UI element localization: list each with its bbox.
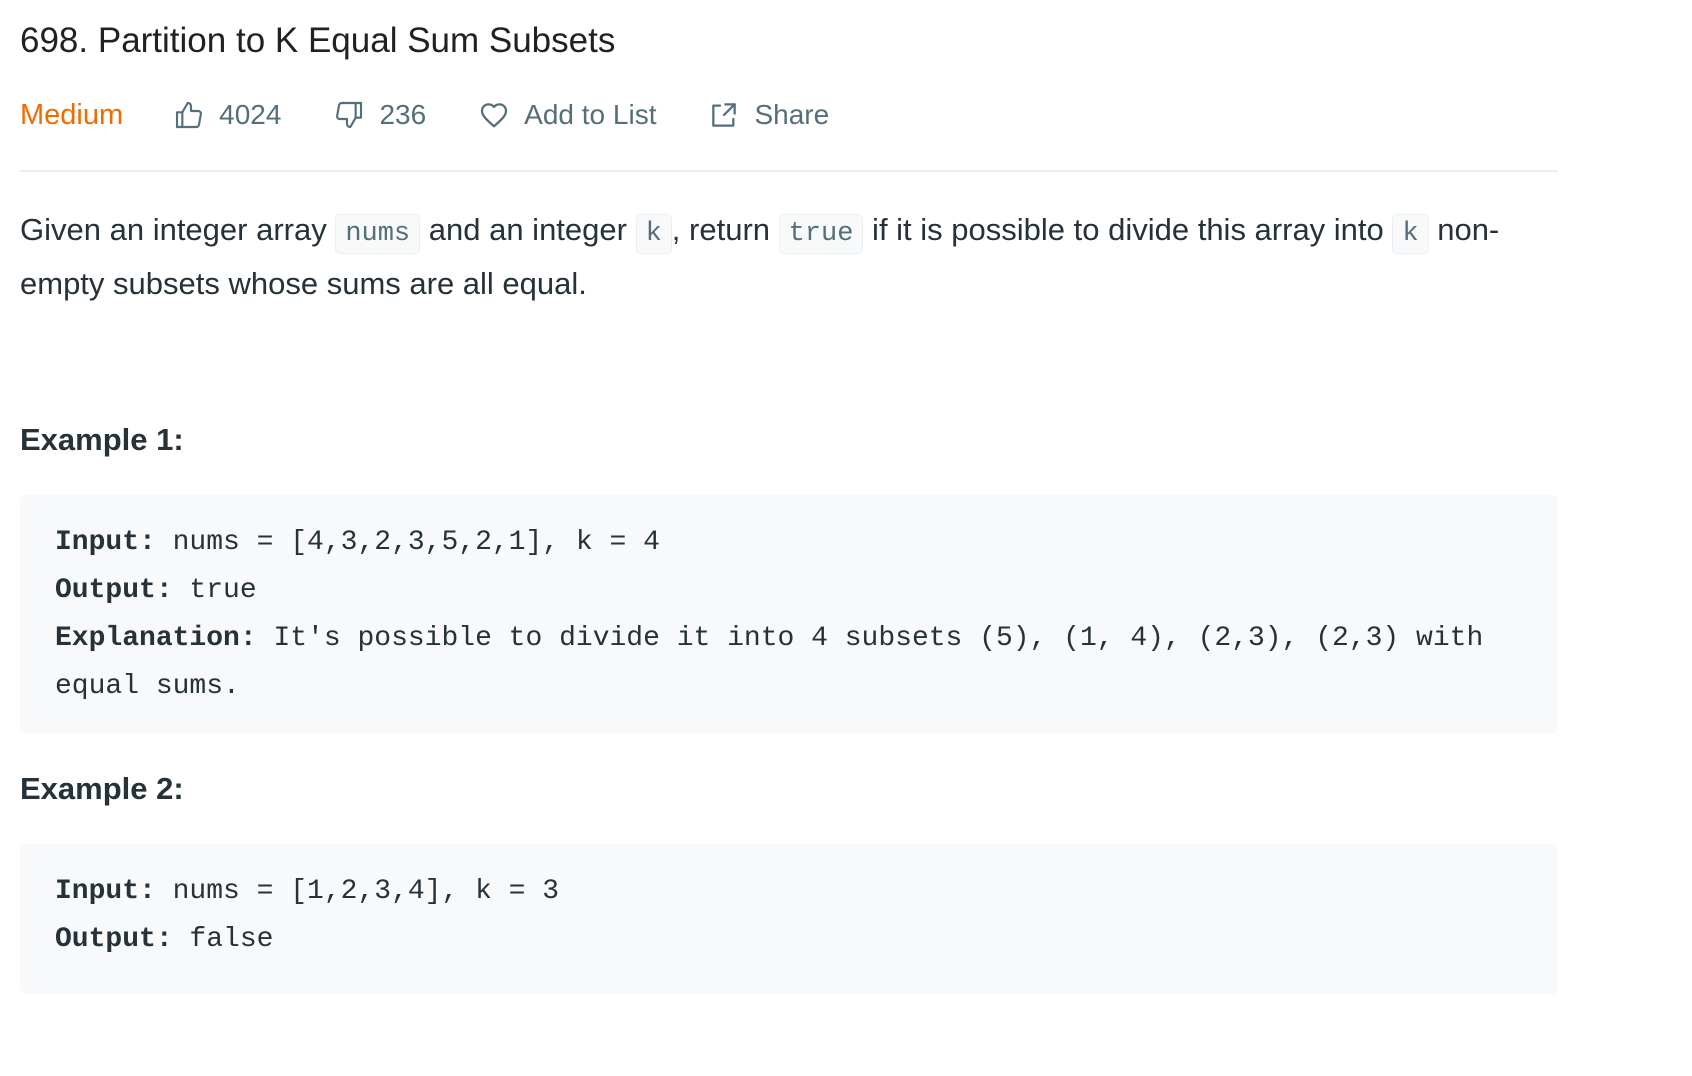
output-value: true: [172, 575, 257, 606]
share-icon: [708, 99, 740, 131]
heart-icon: [478, 99, 510, 131]
example-output-line: Output: true: [55, 567, 1523, 615]
statement-text: if it is possible to divide this array i…: [863, 212, 1393, 247]
example-1-heading: Example 1:: [20, 422, 184, 457]
inline-code-true: true: [778, 214, 864, 254]
example-2-heading: Example 2:: [20, 771, 184, 806]
output-value: false: [172, 924, 274, 955]
example-input-line: Input: nums = [1,2,3,4], k = 3: [55, 868, 1523, 916]
share-button[interactable]: Share: [708, 99, 829, 131]
example-2-block: Input: nums = [1,2,3,4], k = 3 Output: f…: [20, 844, 1558, 994]
problem-title: 698. Partition to K Equal Sum Subsets: [20, 21, 616, 60]
statement-text: Given an integer array: [20, 212, 336, 247]
input-label: Input:: [55, 527, 156, 558]
problem-statement: Given an integer array nums and an integ…: [20, 205, 1550, 308]
thumbs-up-icon: [173, 99, 205, 131]
explanation-label: Explanation:: [55, 623, 257, 654]
output-label: Output:: [55, 575, 173, 606]
difficulty-label: Medium: [20, 98, 124, 131]
statement-text: and an integer: [420, 212, 636, 247]
statement-text: , return: [671, 212, 779, 247]
example-1-block: Input: nums = [4,3,2,3,5,2,1], k = 4 Out…: [20, 495, 1558, 734]
dislike-button[interactable]: 236: [333, 99, 426, 131]
input-label: Input:: [55, 876, 156, 907]
add-to-list-button[interactable]: Add to List: [478, 99, 656, 131]
like-count: 4024: [219, 99, 282, 130]
header-divider: [20, 170, 1558, 172]
example-input-line: Input: nums = [4,3,2,3,5,2,1], k = 4: [55, 519, 1523, 567]
share-label: Share: [754, 99, 830, 130]
thumbs-down-icon: [333, 99, 365, 131]
explanation-value: It's possible to divide it into 4 subset…: [55, 623, 1501, 702]
input-value: nums = [4,3,2,3,5,2,1], k = 4: [155, 527, 660, 558]
example-output-line: Output: false: [55, 916, 1523, 964]
inline-code-k: k: [635, 214, 672, 254]
example-explanation-line: Explanation: It's possible to divide it …: [55, 615, 1523, 711]
add-to-list-label: Add to List: [524, 99, 657, 130]
inline-code-nums: nums: [335, 214, 421, 254]
inline-code-k: k: [1392, 214, 1429, 254]
dislike-count: 236: [379, 99, 427, 130]
output-label: Output:: [55, 924, 173, 955]
like-button[interactable]: 4024: [173, 99, 281, 131]
input-value: nums = [1,2,3,4], k = 3: [155, 876, 560, 907]
problem-meta-bar: Medium 4024 236 Add to List Share: [20, 92, 1558, 138]
